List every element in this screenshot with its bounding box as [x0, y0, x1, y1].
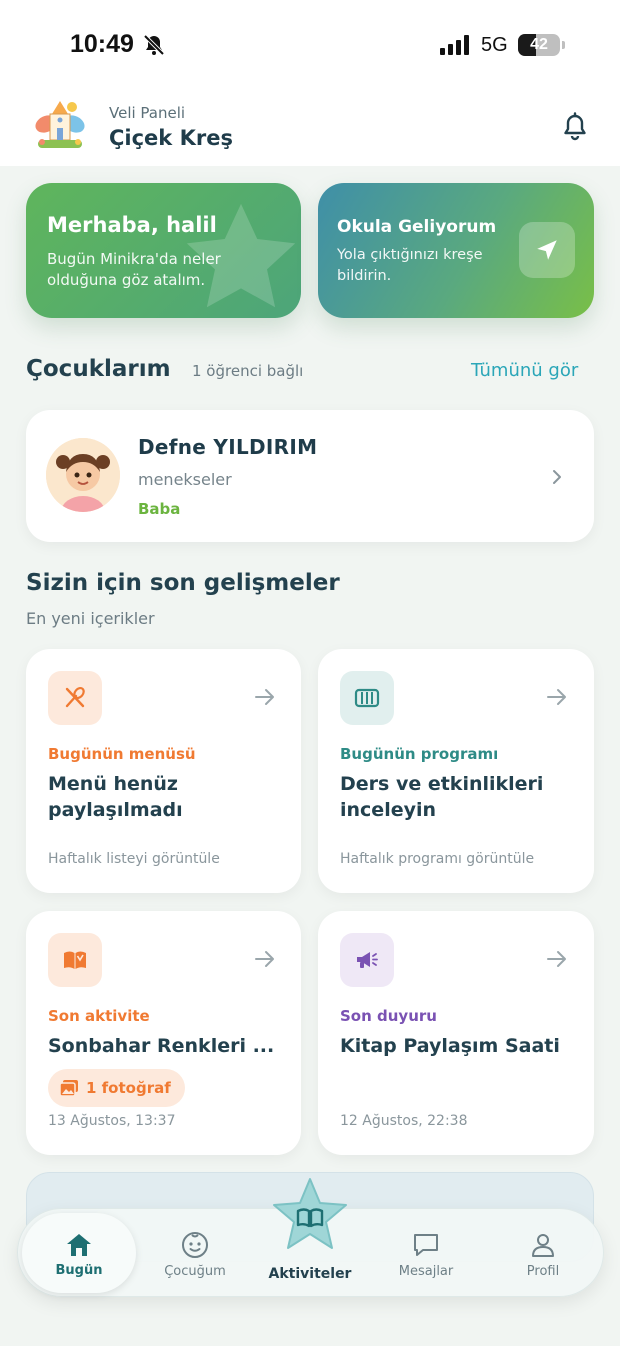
tile-title: Menü henüz paylaşılmadı [48, 773, 183, 821]
notification-bell-icon[interactable] [558, 110, 592, 144]
greeting-card[interactable]: Merhaba, halil Bugün Minikra'da neler ol… [26, 183, 301, 318]
greeting-title: Merhaba, halil [47, 213, 217, 237]
coming-to-school-card[interactable]: Okula Geliyorum Yola çıktığınızı kreşe b… [318, 183, 594, 318]
star-book-icon[interactable] [269, 1176, 351, 1256]
photo-count-badge[interactable]: 1 fotoğraf [48, 1069, 185, 1107]
child-avatar [46, 438, 120, 512]
arrow-right-icon [255, 951, 274, 967]
updates-section-title: Sizin için son gelişmeler [26, 570, 340, 596]
program-tile[interactable]: Bugünün programı Ders ve etkinlikleri in… [318, 649, 594, 893]
home-icon [67, 1234, 91, 1256]
tile-footer: 12 Ağustos, 22:38 [340, 1113, 468, 1129]
network-type: 5G [481, 34, 508, 56]
arrow-right-icon [547, 951, 566, 967]
activity-icon-box [48, 933, 102, 987]
tile-category: Son duyuru [340, 1007, 437, 1025]
coming-to-school-title: Okula Geliyorum [337, 217, 497, 237]
nav-today-label: Bugün [55, 1263, 103, 1278]
arrow-right-icon [255, 689, 274, 705]
child-face-icon [182, 1232, 208, 1258]
battery-cap [562, 41, 565, 49]
header-subtitle: Veli Paneli [109, 104, 186, 122]
schedule-icon [354, 688, 380, 708]
tile-footer: Haftalık listeyi görüntüle [48, 851, 220, 867]
tile-footer: 13 Ağustos, 13:37 [48, 1113, 176, 1129]
nav-profile-label: Profil [526, 1264, 560, 1279]
nav-activities-label[interactable]: Aktiviteler [262, 1266, 358, 1282]
child-class: menekseler [138, 470, 232, 489]
announcement-tile[interactable]: Son duyuru Kitap Paylaşım Saati 12 Ağust… [318, 911, 594, 1155]
utensils-icon [65, 686, 85, 708]
activity-tile[interactable]: Son aktivite Sonbahar Renkleri ... 1 fot… [26, 911, 301, 1155]
announcement-icon-box [340, 933, 394, 987]
tile-category: Bugünün menüsü [48, 745, 196, 763]
megaphone-icon [357, 952, 378, 968]
children-section-title: Çocuklarım [26, 356, 171, 382]
open-book-icon [64, 951, 86, 969]
nav-messages[interactable]: Mesajlar [378, 1209, 474, 1298]
children-count: 1 öğrenci bağlı [192, 362, 304, 380]
tile-title: Sonbahar Renkleri ... [48, 1035, 275, 1057]
navigation-arrow-icon [537, 240, 557, 260]
tile-category: Son aktivite [48, 1007, 150, 1025]
child-card[interactable]: Defne YILDIRIM menekseler Baba [26, 410, 594, 542]
photo-count-label: 1 fotoğraf [86, 1079, 171, 1097]
see-all-link[interactable]: Tümünü gör [471, 360, 578, 381]
app-header: Veli Paneli Çiçek Kreş [0, 92, 620, 166]
chevron-right-icon [553, 470, 561, 484]
greeting-text: Bugün Minikra'da neler olduğuna göz atal… [47, 250, 221, 289]
nav-profile[interactable]: Profil [496, 1209, 590, 1298]
cellular-signal-icon [440, 35, 469, 55]
menu-tile[interactable]: Bugünün menüsü Menü henüz paylaşılmadı H… [26, 649, 301, 893]
bell-off-icon [143, 34, 165, 56]
tile-title: Kitap Paylaşım Saati [340, 1035, 560, 1057]
program-icon-box [340, 671, 394, 725]
tile-title: Ders ve etkinlikleri inceleyin [340, 773, 544, 821]
send-location-button[interactable] [519, 222, 575, 278]
nav-my-child-label: Çocuğum [164, 1264, 226, 1279]
nav-my-child[interactable]: Çocuğum [148, 1209, 242, 1298]
arrow-right-icon [547, 689, 566, 705]
status-bar: 10:49 5G 42 [0, 0, 620, 92]
updates-section-subtitle: En yeni içerikler [26, 609, 155, 628]
status-time: 10:49 [70, 30, 134, 58]
coming-to-school-text: Yola çıktığınızı kreşe bildirin. [337, 247, 483, 284]
menu-icon-box [48, 671, 102, 725]
chat-icon [414, 1234, 438, 1256]
tile-category: Bugünün programı [340, 745, 499, 763]
photo-gallery-icon [60, 1080, 78, 1096]
school-logo-icon [35, 101, 85, 148]
tile-footer: Haftalık programı görüntüle [340, 851, 535, 867]
child-relation: Baba [138, 500, 181, 518]
nav-messages-label: Mesajlar [398, 1264, 454, 1279]
battery-indicator: 42 [518, 34, 560, 56]
nav-today[interactable]: Bugün [22, 1213, 136, 1293]
battery-percent: 42 [530, 36, 548, 53]
child-name: Defne YILDIRIM [138, 435, 318, 459]
school-name: Çiçek Kreş [109, 126, 233, 150]
user-icon [532, 1234, 554, 1257]
